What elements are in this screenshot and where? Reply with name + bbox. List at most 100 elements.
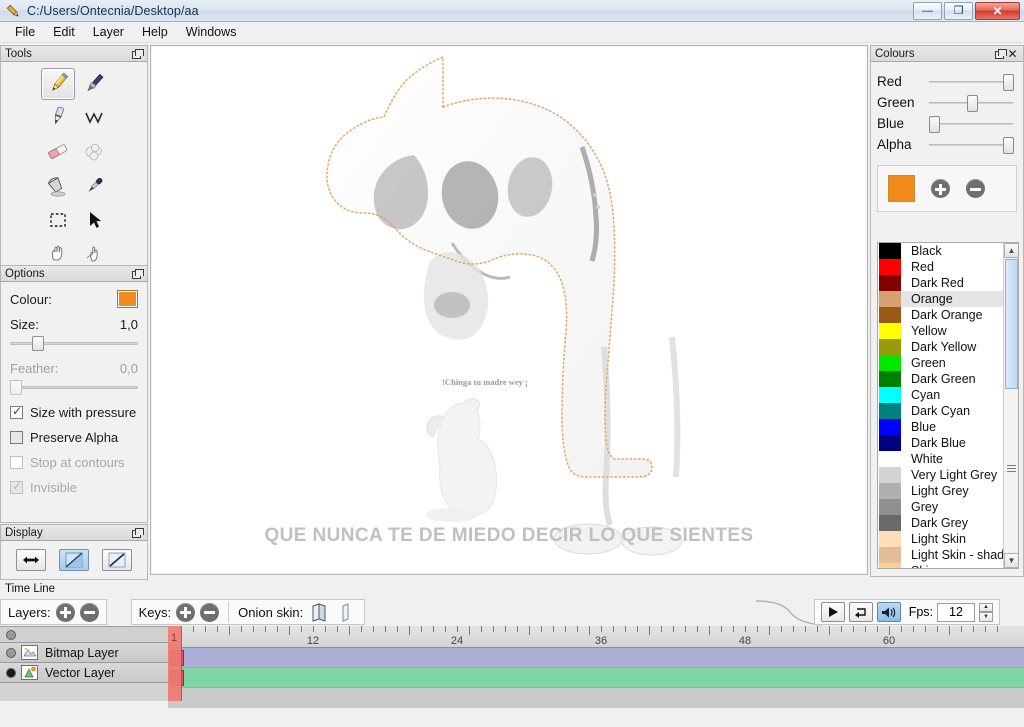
canvas-viewport[interactable]: !Chinga tu madre wey ¡ QUE NUNCA TE DE M… xyxy=(150,45,868,575)
palette-item[interactable]: Light Skin xyxy=(878,531,1004,547)
bucket-tool[interactable] xyxy=(41,170,75,202)
menu-file[interactable]: File xyxy=(6,23,44,41)
preserve-alpha-row[interactable]: Preserve Alpha xyxy=(10,430,138,445)
timeline-ruler[interactable]: 12 24 36 48 60 xyxy=(168,626,1024,648)
bitmap-layer-track[interactable] xyxy=(182,648,1024,667)
menu-layer[interactable]: Layer xyxy=(84,23,133,41)
select-tool[interactable] xyxy=(41,204,75,236)
fps-decrement-button[interactable]: ▼ xyxy=(979,612,993,622)
palette-list[interactable]: Black Red Dark Red Orange Dark Orange Ye… xyxy=(877,242,1019,569)
menu-windows[interactable]: Windows xyxy=(177,23,246,41)
alpha-slider-handle[interactable] xyxy=(1002,136,1014,154)
palette-item-selected[interactable]: Orange xyxy=(878,291,1004,307)
current-colour-swatch[interactable] xyxy=(888,175,915,202)
remove-key-button[interactable] xyxy=(200,602,220,622)
options-float-button[interactable] xyxy=(130,267,144,280)
palette-item[interactable]: Skin xyxy=(878,563,1004,568)
vector-layer-visibility-toggle[interactable] xyxy=(6,667,16,678)
eyedropper-tool[interactable] xyxy=(77,170,111,202)
mirror-button[interactable] xyxy=(58,549,89,571)
menu-help[interactable]: Help xyxy=(133,23,177,41)
playhead[interactable]: 1 xyxy=(168,626,182,701)
feather-slider-handle[interactable] xyxy=(10,380,22,395)
green-slider[interactable] xyxy=(929,94,1013,112)
size-with-pressure-row[interactable]: Size with pressure xyxy=(10,404,138,420)
canvas-sheet[interactable]: !Chinga tu madre wey ¡ QUE NUNCA TE DE M… xyxy=(152,47,866,573)
brush-tool[interactable] xyxy=(77,68,111,100)
palette-item[interactable]: Cyan xyxy=(878,387,1004,403)
close-button[interactable]: ✕ xyxy=(975,2,1020,20)
remove-layer-button[interactable] xyxy=(79,602,99,622)
play-button[interactable] xyxy=(820,602,845,622)
palette-item[interactable]: Dark Green xyxy=(878,371,1004,387)
timeline-row-bitmap[interactable] xyxy=(168,648,1024,668)
loop-button[interactable] xyxy=(848,602,873,622)
flip-horizontal-button[interactable] xyxy=(15,549,46,571)
timeline-track-area[interactable]: 12 24 36 48 60 1 xyxy=(168,626,1024,708)
palette-item[interactable]: Dark Grey xyxy=(878,515,1004,531)
add-colour-button[interactable] xyxy=(931,179,950,198)
palette-scrollbar[interactable]: ▲ ▼ xyxy=(1003,243,1018,568)
eraser-tool[interactable] xyxy=(41,136,75,168)
add-layer-button[interactable] xyxy=(55,602,75,622)
restore-button[interactable]: ❐ xyxy=(944,2,973,20)
blue-slider[interactable] xyxy=(929,115,1013,133)
polyline-tool[interactable] xyxy=(77,102,111,134)
add-key-button[interactable] xyxy=(176,602,196,622)
display-float-button[interactable] xyxy=(130,526,144,539)
fps-stepper[interactable]: ▲ ▼ xyxy=(979,602,993,622)
green-slider-handle[interactable] xyxy=(966,94,978,112)
palette-item[interactable]: Light Grey xyxy=(878,483,1004,499)
timeline-row-vector[interactable] xyxy=(168,668,1024,688)
minimize-button[interactable]: — xyxy=(913,2,942,20)
feather-slider[interactable] xyxy=(10,379,138,395)
move-tool[interactable] xyxy=(77,204,111,236)
red-slider-handle[interactable] xyxy=(1002,73,1014,91)
antialias-button[interactable] xyxy=(102,549,133,571)
palette-item[interactable]: Yellow xyxy=(878,323,1004,339)
palette-item[interactable]: Dark Cyan xyxy=(878,403,1004,419)
palette-item[interactable]: White xyxy=(878,451,1004,467)
palette-item[interactable]: Green xyxy=(878,355,1004,371)
timeline-row-empty[interactable] xyxy=(168,688,1024,708)
palette-item[interactable]: Very Light Grey xyxy=(878,467,1004,483)
palette-item[interactable]: Dark Yellow xyxy=(878,339,1004,355)
fps-input[interactable]: 12 xyxy=(937,602,975,622)
palette-item[interactable]: Dark Orange xyxy=(878,307,1004,323)
onion-skin-next-button[interactable] xyxy=(335,601,357,623)
remove-colour-button[interactable] xyxy=(966,179,985,198)
red-slider[interactable] xyxy=(929,73,1014,91)
blue-slider-handle[interactable] xyxy=(929,115,940,133)
palette-scroll-down-button[interactable]: ▼ xyxy=(1004,553,1018,568)
tools-float-button[interactable] xyxy=(130,47,144,60)
colours-float-button[interactable] xyxy=(993,47,1007,60)
smudge-tool[interactable] xyxy=(77,136,111,168)
alpha-slider[interactable] xyxy=(929,136,1014,154)
layer-row-vector[interactable]: Vector Layer xyxy=(0,663,168,683)
size-slider[interactable] xyxy=(10,335,138,351)
menu-edit[interactable]: Edit xyxy=(44,23,84,41)
onion-skin-previous-button[interactable] xyxy=(308,601,330,623)
size-slider-handle[interactable] xyxy=(31,336,44,351)
fps-increment-button[interactable]: ▲ xyxy=(979,602,993,612)
palette-item[interactable]: Black xyxy=(878,243,1004,259)
palette-item[interactable]: Dark Blue xyxy=(878,435,1004,451)
palette-item[interactable]: Blue xyxy=(878,419,1004,435)
size-with-pressure-checkbox[interactable] xyxy=(10,404,23,419)
vector-layer-track[interactable] xyxy=(182,668,1024,687)
colours-close-button[interactable]: ✕ xyxy=(1006,47,1019,60)
sound-button[interactable] xyxy=(876,602,901,622)
layer-row-bitmap[interactable]: Bitmap Layer xyxy=(0,643,168,663)
palette-scroll-thumb[interactable] xyxy=(1005,259,1018,389)
pen-tool[interactable] xyxy=(41,102,75,134)
palette-item[interactable]: Grey xyxy=(878,499,1004,515)
bitmap-layer-visibility-toggle[interactable] xyxy=(6,647,16,658)
colour-swatch-button[interactable] xyxy=(117,290,138,308)
palette-item[interactable]: Red xyxy=(878,259,1004,275)
palette-scroll-up-button[interactable]: ▲ xyxy=(1004,243,1018,258)
visibility-toggle-all[interactable] xyxy=(6,629,16,640)
pencil-tool[interactable] xyxy=(41,68,75,100)
palette-item[interactable]: Dark Red xyxy=(878,275,1004,291)
preserve-alpha-checkbox[interactable] xyxy=(10,431,23,444)
palette-item[interactable]: Light Skin - shade xyxy=(878,547,1011,563)
